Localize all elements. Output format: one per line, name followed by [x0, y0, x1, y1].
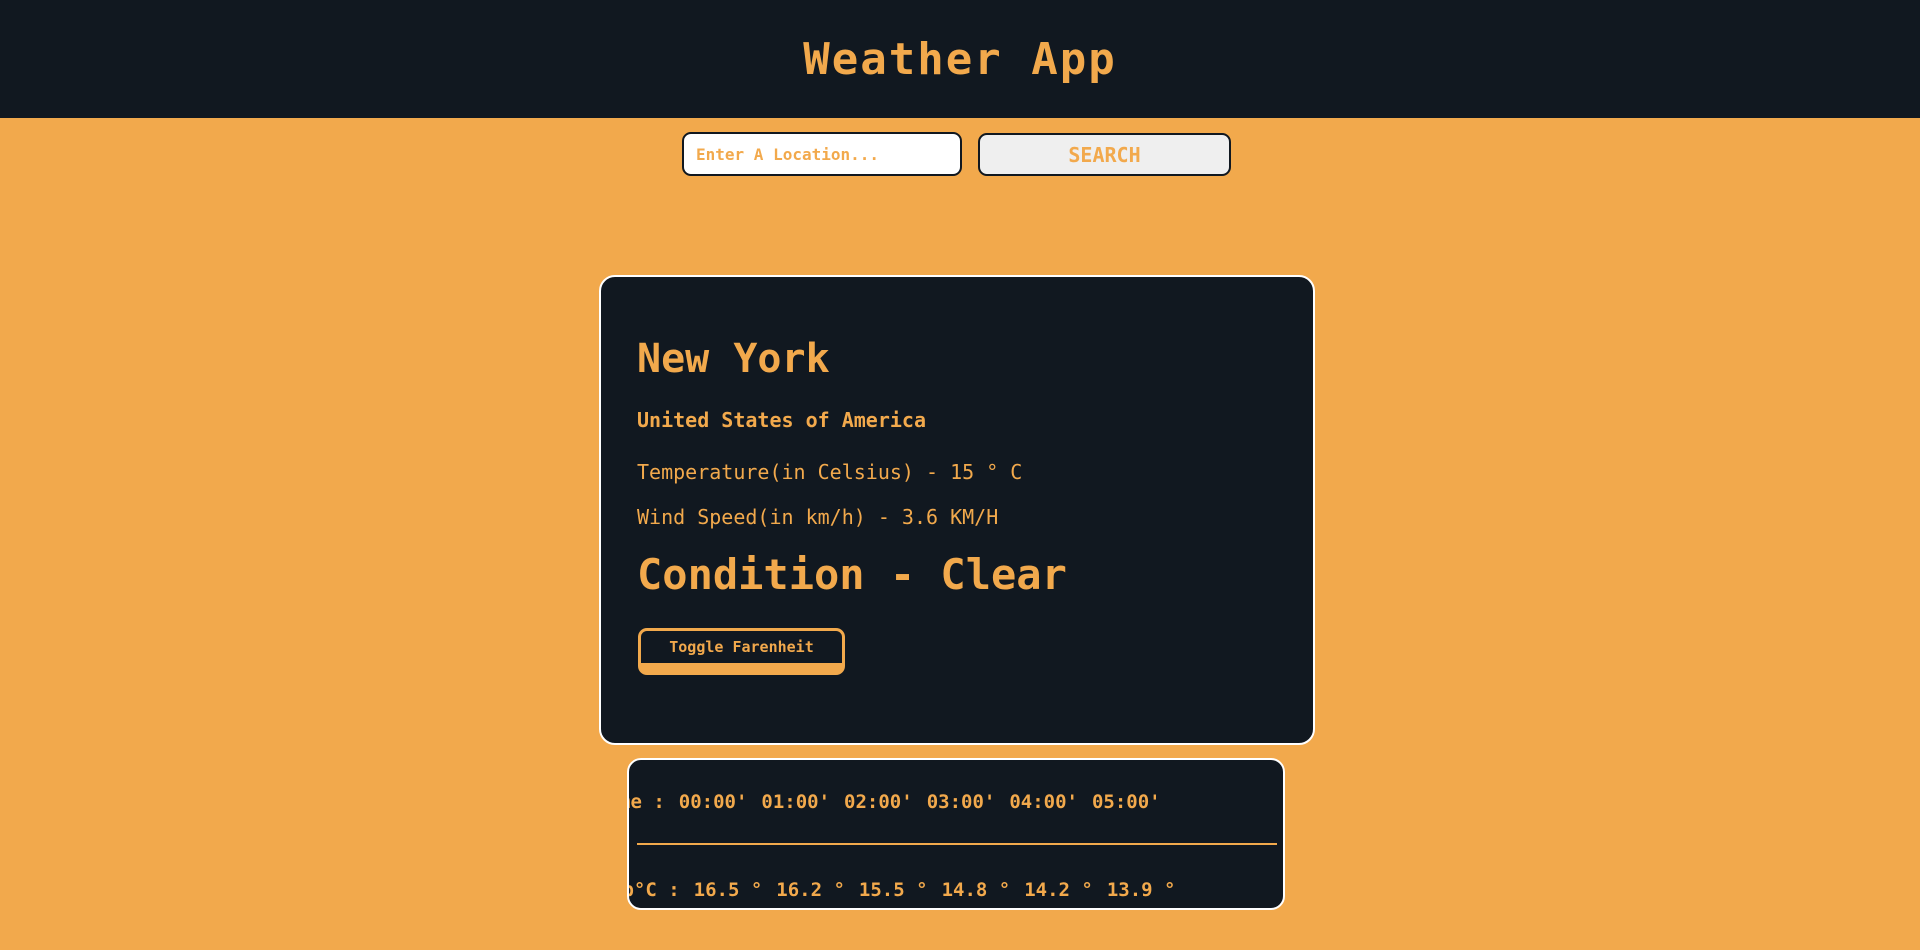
hourly-temp-row: mp°C : 16.5 ° 16.2 ° 15.5 ° 14.8 ° 14.2 … — [629, 870, 1283, 908]
temp-cell: 16.5 ° — [693, 879, 763, 901]
time-cell: 02:00' — [844, 791, 913, 813]
condition-text: Condition - Clear — [637, 550, 1067, 599]
time-cell: 00:00' — [678, 791, 748, 813]
temp-cell: 16.2 ° — [776, 879, 845, 901]
time-cell: 01:00' — [761, 791, 831, 813]
time-row-label: me : — [629, 791, 665, 813]
search-button[interactable]: SEARCH — [978, 133, 1231, 176]
hourly-forecast-panel[interactable]: me : 00:00' 01:00' 02:00' 03:00' 04:00' … — [627, 758, 1285, 910]
toggle-fahrenheit-button[interactable]: Toggle Farenheit — [638, 628, 845, 675]
hourly-divider — [637, 843, 1277, 845]
city-name: New York — [637, 336, 830, 382]
app-title: Weather App — [803, 33, 1117, 85]
temp-cell: 13.9 ° — [1106, 879, 1176, 901]
time-cell: 05:00' — [1091, 791, 1161, 813]
app-header: Weather App — [0, 0, 1920, 118]
temp-cell: 15.5 ° — [858, 879, 928, 901]
temp-cell: 14.2 ° — [1024, 879, 1093, 901]
weather-card: New York United States of America Temper… — [599, 275, 1315, 745]
temp-cell: 14.8 ° — [941, 879, 1011, 901]
hourly-time-row: me : 00:00' 01:00' 02:00' 03:00' 04:00' … — [629, 782, 1283, 822]
wind-speed-text: Wind Speed(in km/h) - 3.6 KM/H — [637, 505, 999, 529]
time-cell: 04:00' — [1009, 791, 1078, 813]
temp-row-label: mp°C : — [629, 879, 680, 901]
country-name: United States of America — [637, 408, 926, 432]
location-search-input[interactable] — [682, 132, 962, 176]
time-cell: 03:00' — [926, 791, 996, 813]
temperature-text: Temperature(in Celsius) - 15 ° C — [637, 460, 1023, 484]
